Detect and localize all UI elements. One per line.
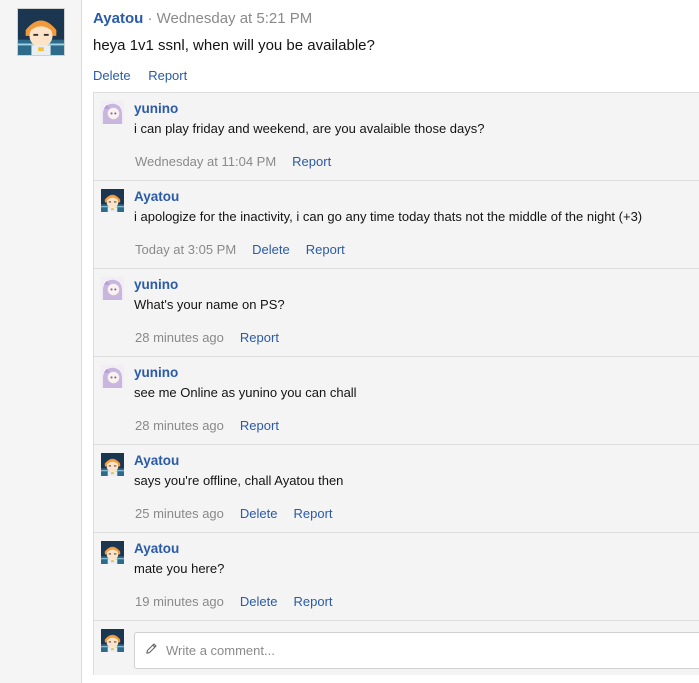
left-rail bbox=[0, 0, 82, 683]
yunino-avatar[interactable] bbox=[101, 365, 124, 388]
post-header: Ayatou · Wednesday at 5:21 PM bbox=[93, 10, 312, 27]
report-button[interactable]: Report bbox=[306, 242, 345, 257]
comment-author-link[interactable]: Ayatou bbox=[134, 453, 179, 468]
comment-footer: Today at 3:05 PM Delete Report bbox=[135, 242, 361, 257]
report-button[interactable]: Report bbox=[240, 418, 279, 433]
comment-text: i can play friday and weekend, are you a… bbox=[134, 121, 485, 136]
comment-input[interactable] bbox=[164, 642, 688, 659]
pencil-icon bbox=[145, 642, 158, 660]
comment-timestamp: 19 minutes ago bbox=[135, 594, 224, 609]
comment-timestamp: 25 minutes ago bbox=[135, 506, 224, 521]
ayatou-avatar[interactable] bbox=[17, 8, 65, 56]
post-actions: Delete Report bbox=[93, 68, 201, 83]
comment-author-link[interactable]: yunino bbox=[134, 277, 178, 292]
comment-author-link[interactable]: yunino bbox=[134, 101, 178, 116]
delete-button[interactable]: Delete bbox=[252, 242, 290, 257]
comment-author-link[interactable]: Ayatou bbox=[134, 541, 179, 556]
comment-text: says you're offline, chall Ayatou then bbox=[134, 473, 344, 488]
comment-timestamp: Today at 3:05 PM bbox=[135, 242, 237, 257]
ayatou-avatar bbox=[101, 629, 124, 652]
ayatou-avatar[interactable] bbox=[101, 189, 124, 212]
comment-text: What's your name on PS? bbox=[134, 297, 285, 312]
comment-footer: 25 minutes ago Delete Report bbox=[135, 506, 349, 521]
post-body: heya 1v1 ssnl, when will you be availabl… bbox=[93, 37, 375, 54]
post-timestamp: · Wednesday at 5:21 PM bbox=[143, 10, 313, 27]
delete-button[interactable]: Delete bbox=[240, 594, 278, 609]
comment: yunino What's your name on PS? 28 minute… bbox=[94, 269, 699, 357]
comment-timestamp: 28 minutes ago bbox=[135, 330, 224, 345]
comment-footer: Wednesday at 11:04 PM Report bbox=[135, 154, 347, 169]
comment: yunino i can play friday and weekend, ar… bbox=[94, 93, 699, 181]
comment-list: yunino i can play friday and weekend, ar… bbox=[93, 92, 699, 675]
report-button[interactable]: Report bbox=[293, 506, 332, 521]
comment-footer: 19 minutes ago Delete Report bbox=[135, 594, 349, 609]
comment-footer: 28 minutes ago Report bbox=[135, 330, 295, 345]
reply-row bbox=[94, 621, 699, 675]
comment-timestamp: Wednesday at 11:04 PM bbox=[135, 154, 277, 169]
comment: yunino see me Online as yunino you can c… bbox=[94, 357, 699, 445]
comment-box[interactable] bbox=[134, 632, 699, 669]
delete-button[interactable]: Delete bbox=[240, 506, 278, 521]
report-button[interactable]: Report bbox=[240, 330, 279, 345]
report-button[interactable]: Report bbox=[148, 68, 187, 83]
comment: Ayatou says you're offline, chall Ayatou… bbox=[94, 445, 699, 533]
ayatou-avatar[interactable] bbox=[101, 453, 124, 476]
comment-timestamp: 28 minutes ago bbox=[135, 418, 224, 433]
comment-text: i apologize for the inactivity, i can go… bbox=[134, 209, 643, 224]
yunino-avatar[interactable] bbox=[101, 101, 124, 124]
comment-author-link[interactable]: yunino bbox=[134, 365, 178, 380]
delete-button[interactable]: Delete bbox=[93, 68, 131, 83]
comment-footer: 28 minutes ago Report bbox=[135, 418, 295, 433]
comment-text: see me Online as yunino you can chall bbox=[134, 385, 357, 400]
post-author-link[interactable]: Ayatou bbox=[93, 10, 143, 27]
ayatou-avatar[interactable] bbox=[101, 541, 124, 564]
report-button[interactable]: Report bbox=[292, 154, 331, 169]
comment: Ayatou mate you here? 19 minutes ago Dele… bbox=[94, 533, 699, 621]
comment-text: mate you here? bbox=[134, 561, 225, 576]
comment-author-link[interactable]: Ayatou bbox=[134, 189, 179, 204]
report-button[interactable]: Report bbox=[293, 594, 332, 609]
yunino-avatar[interactable] bbox=[101, 277, 124, 300]
comment: Ayatou i apologize for the inactivity, i… bbox=[94, 181, 699, 269]
